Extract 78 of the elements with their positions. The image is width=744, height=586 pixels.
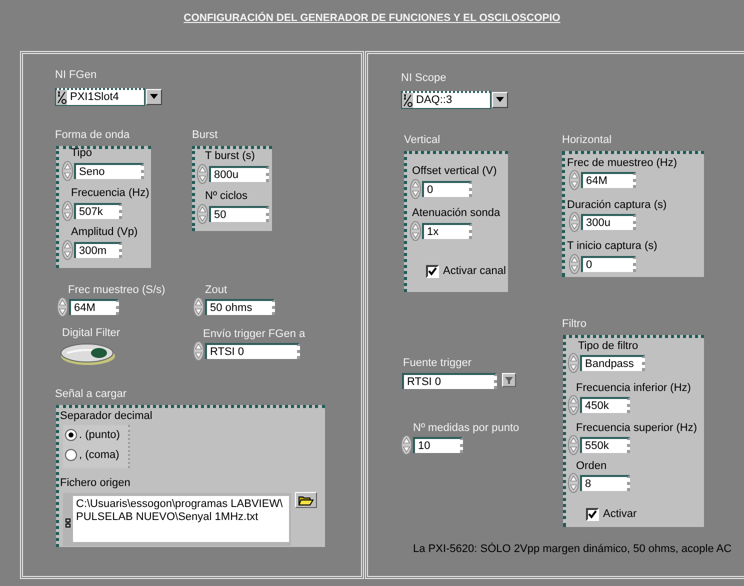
numeric-field[interactable]: 300u: [581, 214, 636, 230]
numeric-field[interactable]: 450k: [580, 397, 630, 413]
field-label: Forma de onda: [55, 129, 130, 142]
numeric-field[interactable]: 50 ohms: [205, 299, 275, 315]
numeric-field[interactable]: RTSI 0: [402, 373, 497, 389]
numeric-field[interactable]: 8: [580, 475, 630, 491]
caret-icon: [496, 97, 504, 102]
dropdown-button[interactable]: [146, 89, 162, 105]
toggle-switch[interactable]: [59, 341, 117, 367]
field-label: Orden: [576, 460, 607, 473]
io-icon: [402, 93, 413, 108]
numeric-field[interactable]: 300m: [74, 242, 122, 258]
field-label: Atenuación sonda: [412, 207, 500, 220]
note-text: La PXI-5620: SÓLO 2Vpp margen dinámico, 50 ohms, acople AC: [413, 543, 732, 556]
folder-icon: [298, 494, 314, 506]
field-label: Separador decimal: [60, 410, 152, 423]
field-label: Frecuencia (Hz): [71, 187, 150, 200]
field-label: Nº medidas por punto: [413, 422, 520, 435]
field-label: T inicio captura (s): [567, 240, 658, 253]
field-label: , (coma): [79, 449, 120, 462]
field-label: Frecuencia inferior (Hz): [576, 382, 691, 395]
field-label: Nº ciclos: [205, 190, 248, 203]
numeric-field[interactable]: 64M: [69, 299, 119, 315]
field-label: . (punto): [79, 429, 120, 442]
browse-button[interactable]: [295, 492, 317, 508]
numeric-field[interactable]: 64M: [581, 172, 636, 188]
field-label: Vertical: [404, 134, 440, 147]
field-label: Offset vertical (V): [412, 165, 497, 178]
increment-decrement-button[interactable]: [57, 297, 68, 317]
browse-button[interactable]: [502, 373, 516, 387]
numeric-field[interactable]: 550k: [580, 437, 630, 453]
check-icon: [588, 510, 597, 519]
field-label: Zout: [205, 284, 228, 297]
field-label: Tipo: [71, 147, 92, 160]
filter-icon: [505, 376, 513, 384]
increment-decrement-button[interactable]: [193, 341, 204, 361]
dropdown-button[interactable]: [492, 92, 508, 108]
field-label: Frec de muestreo (Hz): [567, 157, 678, 170]
field-label: Activar: [603, 508, 637, 521]
numeric-field[interactable]: 1x: [422, 223, 472, 239]
field-label: Frec muestreo (S/s): [68, 284, 166, 297]
numeric-field[interactable]: 0: [422, 181, 472, 197]
page-title: CONFIGURACIÓN DEL GENERADOR DE FUNCIONES Y EL OSCILOSCOPIO: [182, 12, 562, 25]
increment-decrement-button[interactable]: [193, 297, 204, 317]
numeric-field[interactable]: RTSI 0: [205, 343, 300, 359]
io-icon: [56, 90, 67, 105]
numeric-field[interactable]: Bandpass: [580, 355, 645, 371]
field-label: Filtro: [562, 318, 586, 331]
field-label: Fichero origen: [60, 477, 130, 490]
field-label: Activar canal: [443, 265, 506, 278]
field-label: Digital Filter: [62, 327, 120, 340]
numeric-field[interactable]: Seno: [74, 163, 144, 179]
caret-icon: [150, 94, 158, 100]
increment-decrement-button[interactable]: [401, 435, 412, 455]
field-label: Envío trigger FGen a: [203, 328, 306, 341]
field-label: NI FGen: [55, 69, 97, 82]
check-icon: [428, 267, 437, 276]
numeric-field[interactable]: 800u: [209, 166, 269, 182]
numeric-field[interactable]: 0: [581, 256, 636, 272]
field-label: T burst (s): [205, 150, 255, 163]
checkbox[interactable]: [586, 508, 599, 521]
checkbox[interactable]: [426, 265, 439, 278]
field-label: Duración captura (s): [567, 199, 667, 212]
resource-dropdown[interactable]: PXI1Slot4: [55, 88, 145, 106]
path-field[interactable]: C:\Usuaris\essogon\programas LABVIEW\ PULSELAB NUEVO\Senyal 1MHz.txt: [73, 496, 289, 542]
numeric-field[interactable]: 50: [209, 206, 269, 222]
field-label: Burst: [192, 129, 218, 142]
resource-dropdown[interactable]: DAQ::3: [401, 91, 491, 109]
field-label: Frecuencia superior (Hz): [576, 422, 698, 435]
field-label: Tipo de filtro: [578, 340, 638, 353]
field-label: Horizontal: [562, 134, 612, 147]
field-label: NI Scope: [401, 72, 446, 85]
numeric-field[interactable]: 507k: [74, 203, 122, 219]
field-label: Señal a cargar: [55, 388, 127, 401]
numeric-field[interactable]: 10: [413, 437, 463, 453]
field-label: Amplitud (Vp): [71, 226, 138, 239]
field-label: Fuente trigger: [403, 357, 472, 370]
radio-group-panel: [63, 425, 130, 468]
